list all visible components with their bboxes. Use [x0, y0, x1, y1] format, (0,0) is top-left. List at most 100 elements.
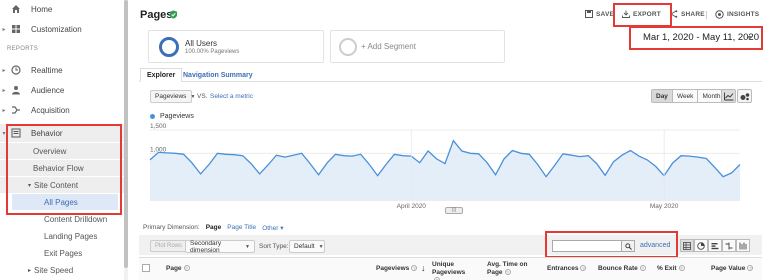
comparison-icon [725, 242, 733, 249]
secondary-dimension-value: Secondary dimension [190, 239, 222, 254]
help-icon[interactable]: ? [678, 265, 685, 272]
sidebar-item-home[interactable]: Home [0, 0, 124, 18]
motion-chart-button[interactable] [737, 89, 752, 103]
segment-circle-icon [159, 36, 179, 57]
help-icon[interactable]: ? [183, 265, 190, 272]
chevron-down-icon: ▼ [245, 243, 250, 250]
sidebar-item-site-content[interactable]: ▾ Site Content [0, 177, 124, 193]
sort-type-select[interactable]: Default ▼ [289, 240, 325, 253]
add-segment-button[interactable]: + Add Segment [330, 30, 505, 63]
verified-shield-icon [169, 10, 178, 19]
percentage-view-button[interactable] [694, 239, 708, 252]
data-view-button[interactable] [680, 239, 694, 252]
column-header-unique-pageviews[interactable]: Unique Pageviews? [432, 261, 472, 280]
export-button[interactable]: EXPORT [622, 10, 661, 18]
chevron-right-icon: ▸ [2, 26, 6, 33]
sidebar-item-realtime[interactable]: ▸ Realtime [0, 61, 124, 79]
pivot-view-button[interactable] [736, 239, 750, 252]
sidebar-item-label: Site Content [34, 180, 79, 190]
sidebar-item-label: Customization [31, 24, 82, 34]
sidebar-item-label: Landing Pages [44, 231, 98, 241]
chevron-right-icon: ▸ [2, 67, 6, 74]
sidebar-item-landing-pages[interactable]: Landing Pages [0, 228, 124, 244]
vs-label: VS. [197, 93, 208, 100]
chevron-right-icon: ▸ [2, 87, 6, 94]
dimension-other[interactable]: Other ▾ [262, 224, 283, 232]
sidebar-item-all-pages[interactable]: All Pages [12, 194, 118, 210]
sort-descending-icon[interactable]: ↓ [421, 263, 426, 273]
segment-all-users[interactable]: All Users 100.00% Pageviews [148, 30, 324, 63]
sidebar-item-label: Behavior Flow [33, 163, 84, 173]
date-range-picker[interactable]: Mar 1, 2020 - May 11, 2020 [643, 32, 759, 43]
chevron-down-icon[interactable]: ▼ [746, 35, 753, 42]
scrollbar-thumb[interactable] [124, 0, 128, 268]
column-header-exit[interactable]: % Exit? [657, 265, 685, 273]
secondary-dimension-select[interactable]: Secondary dimension ▼ [185, 239, 255, 254]
sidebar-item-customization[interactable]: ▸ Customization [0, 20, 124, 38]
advanced-filter-link[interactable]: advanced [640, 242, 670, 249]
insights-button[interactable]: INSIGHTS [715, 10, 759, 19]
sidebar-item-site-speed[interactable]: ▸ Site Speed [0, 262, 124, 278]
metric-select[interactable]: Pageviews ▼ [150, 90, 196, 103]
chevron-down-icon: ▾ [2, 130, 6, 137]
select-a-metric-link[interactable]: Select a metric [210, 93, 253, 100]
sidebar: Home ▸ Customization REPORTS ▸ Realtime … [0, 0, 128, 280]
plot-rows-button[interactable]: Plot Rows [150, 240, 188, 252]
column-header-pageviews[interactable]: Pageviews? [376, 265, 418, 273]
chevron-right-icon: ▸ [28, 267, 32, 274]
sidebar-item-audience[interactable]: ▸ Audience [0, 81, 124, 99]
help-icon[interactable]: ? [639, 265, 646, 272]
dimension-page-title[interactable]: Page Title [227, 224, 256, 232]
chevron-right-icon: ▸ [2, 107, 6, 114]
pivot-icon [739, 242, 747, 249]
column-header-page[interactable]: Page? [166, 265, 190, 273]
help-icon[interactable]: ? [747, 265, 754, 272]
x-tick-label: May 2020 [650, 203, 679, 210]
select-all-checkbox[interactable] [142, 264, 150, 272]
help-icon[interactable]: ? [580, 265, 587, 272]
sidebar-item-label: Behavior [31, 128, 63, 138]
dimension-page[interactable]: Page [206, 224, 222, 232]
comparison-view-button[interactable] [722, 239, 736, 252]
metric-select-value: Pageviews [155, 93, 187, 100]
granularity-group: Day Week Month [651, 89, 726, 103]
sidebar-item-content-drilldown[interactable]: Content Drilldown [0, 211, 124, 227]
bar-list-icon [711, 242, 719, 249]
save-label: SAVE [596, 10, 615, 18]
sidebar-scrollbar[interactable] [124, 0, 128, 280]
sidebar-item-behavior[interactable]: ▾ Behavior [0, 124, 124, 142]
chevron-down-icon: ▼ [190, 93, 196, 100]
line-chart-icon [723, 92, 733, 100]
line-chart-button[interactable] [721, 89, 736, 103]
help-icon[interactable]: ? [504, 269, 511, 276]
table-search-input[interactable] [552, 240, 622, 252]
share-icon [670, 10, 678, 18]
chart-range-handle[interactable]: ||| [445, 207, 463, 214]
performance-view-button[interactable] [708, 239, 722, 252]
sidebar-item-label: Exit Pages [44, 248, 83, 258]
granularity-week-button[interactable]: Week [673, 90, 699, 102]
page-title: Pages [140, 9, 173, 21]
behavior-icon [9, 127, 23, 139]
save-button[interactable]: SAVE [585, 10, 614, 18]
tab-navigation-summary[interactable]: Navigation Summary [177, 68, 259, 82]
column-header-label: Entrances [547, 265, 579, 272]
sidebar-item-label: Acquisition [31, 105, 70, 115]
column-header-label: % Exit [657, 265, 677, 272]
granularity-day-button[interactable]: Day [652, 90, 673, 102]
sidebar-item-overview[interactable]: Overview [0, 143, 124, 159]
sidebar-item-behavior-flow[interactable]: Behavior Flow [0, 160, 124, 176]
share-button[interactable]: SHARE [670, 10, 705, 18]
search-icon [624, 242, 632, 250]
column-header-page-value[interactable]: Page Value? [711, 265, 754, 273]
column-header-bounce-rate[interactable]: Bounce Rate? [598, 265, 646, 273]
help-icon[interactable]: ? [411, 265, 418, 272]
table-search-button[interactable] [621, 240, 635, 252]
column-header-label: Pageviews [376, 265, 410, 272]
reports-section-label: REPORTS [7, 46, 38, 52]
column-header-avg-time[interactable]: Avg. Time on Page? [487, 261, 543, 277]
sidebar-item-exit-pages[interactable]: Exit Pages [0, 245, 124, 261]
sort-type-label: Sort Type: [259, 243, 289, 250]
sidebar-item-acquisition[interactable]: ▸ Acquisition [0, 101, 124, 119]
column-header-entrances[interactable]: Entrances? [547, 265, 587, 273]
